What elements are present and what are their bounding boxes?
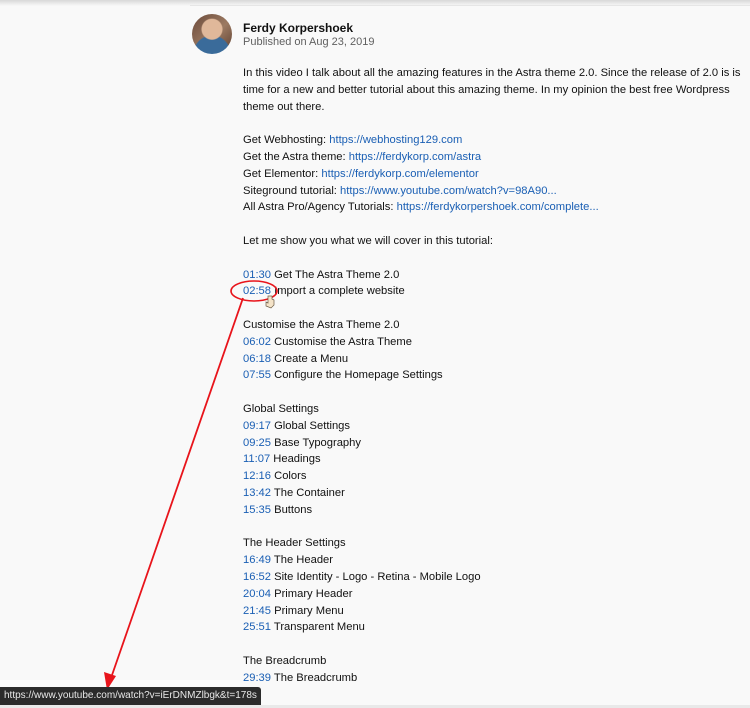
chapter-title: Headings xyxy=(270,453,321,466)
chapter-item: 09:25 Base Typography xyxy=(243,435,743,452)
chapter-title: Site Identity - Logo - Retina - Mobile L… xyxy=(271,570,481,583)
timestamp-link[interactable]: 29:39 xyxy=(243,672,271,684)
chapter-title: The Breadcrumb xyxy=(271,671,358,684)
link-label: Get Elementor: xyxy=(243,167,322,180)
link-label: Siteground tutorial: xyxy=(243,184,341,197)
link-label: Get the Astra theme: xyxy=(243,150,349,163)
chapter-item: 13:42 The Container xyxy=(243,485,743,502)
channel-avatar[interactable] xyxy=(192,14,232,54)
chapter-title: Global Settings xyxy=(271,419,350,432)
chapter-item: 06:02 Customise the Astra Theme xyxy=(243,334,743,351)
link-label: All Astra Pro/Agency Tutorials: xyxy=(243,201,397,214)
timestamp-link[interactable]: 06:02 xyxy=(243,336,271,348)
chapter-item: 11:07 Headings xyxy=(243,451,743,468)
annotation-arrow-line xyxy=(110,297,244,679)
timestamp-link[interactable]: 20:04 xyxy=(243,588,271,600)
chapter-item: 29:39 The Breadcrumb xyxy=(243,670,743,687)
chapter-title: Primary Menu xyxy=(271,604,344,617)
chapter-item: 16:49 The Header xyxy=(243,552,743,569)
link-line-astra: Get the Astra theme: https://ferdykorp.c… xyxy=(243,149,743,166)
chapter-item: 01:30 Get The Astra Theme 2.0 xyxy=(243,267,743,284)
divider xyxy=(190,5,750,6)
chapter-title: The Header xyxy=(271,554,333,567)
chapter-item: 02:58 Import a complete website xyxy=(243,283,743,300)
timestamp-link[interactable]: 09:25 xyxy=(243,437,271,449)
link-line-siteground: Siteground tutorial: https://www.youtube… xyxy=(243,183,743,200)
timestamp-link[interactable]: 21:45 xyxy=(243,605,271,617)
chapter-title: Transparent Menu xyxy=(271,621,365,634)
link-label: Get Webhosting: xyxy=(243,134,330,147)
chapter-title: Create a Menu xyxy=(271,352,349,365)
timestamp-link[interactable]: 06:18 xyxy=(243,353,271,365)
chapter-title: Colors xyxy=(271,470,307,483)
section-heading: Global Settings xyxy=(243,402,319,415)
timestamp-link[interactable]: 25:51 xyxy=(243,621,271,633)
section-heading: Customise the Astra Theme 2.0 xyxy=(243,318,400,331)
cover-text: Let me show you what we will cover in th… xyxy=(243,234,493,247)
timestamp-link[interactable]: 02:58 xyxy=(243,285,271,297)
astra-link[interactable]: https://ferdykorp.com/astra xyxy=(349,151,481,163)
section-heading: The Header Settings xyxy=(243,537,346,550)
chapter-item: 06:18 Create a Menu xyxy=(243,351,743,368)
chapter-item: 09:17 Global Settings xyxy=(243,418,743,435)
chapter-title: Configure the Homepage Settings xyxy=(271,369,443,382)
video-description: In this video I talk about all the amazi… xyxy=(243,65,743,686)
webhosting-link[interactable]: https://webhosting129.com xyxy=(329,134,462,146)
chapter-title: Buttons xyxy=(271,503,313,516)
chapter-title: Customise the Astra Theme xyxy=(271,335,412,348)
astra-pro-link[interactable]: https://ferdykorpershoek.com/complete... xyxy=(397,201,599,213)
timestamp-link[interactable]: 09:17 xyxy=(243,420,271,432)
chapter-item: 12:16 Colors xyxy=(243,468,743,485)
link-line-elementor: Get Elementor: https://ferdykorp.com/ele… xyxy=(243,166,743,183)
author-name[interactable]: Ferdy Korpershoek xyxy=(243,21,353,35)
section-heading: The Breadcrumb xyxy=(243,654,327,667)
chapter-title: Base Typography xyxy=(271,436,361,449)
siteground-link[interactable]: https://www.youtube.com/watch?v=98A90... xyxy=(340,185,557,197)
chapter-title: Primary Header xyxy=(271,587,353,600)
description-intro: In this video I talk about all the amazi… xyxy=(243,67,741,113)
chapter-title: Import a complete website xyxy=(271,285,405,298)
timestamp-link[interactable]: 01:30 xyxy=(243,269,271,281)
chapter-title: Get The Astra Theme 2.0 xyxy=(271,268,400,281)
chapter-item: 21:45 Primary Menu xyxy=(243,603,743,620)
elementor-link[interactable]: https://ferdykorp.com/elementor xyxy=(321,168,478,180)
timestamp-link[interactable]: 15:35 xyxy=(243,504,271,516)
published-date: Published on Aug 23, 2019 xyxy=(243,36,375,48)
timestamp-link[interactable]: 16:49 xyxy=(243,554,271,566)
timestamp-link[interactable]: 12:16 xyxy=(243,470,271,482)
link-preview-status-bar: https://www.youtube.com/watch?v=iErDNMZl… xyxy=(0,687,261,705)
chapter-title: The Container xyxy=(271,486,345,499)
chapter-item: 25:51 Transparent Menu xyxy=(243,619,743,636)
timestamp-link[interactable]: 07:55 xyxy=(243,369,271,381)
timestamp-link[interactable]: 13:42 xyxy=(243,487,271,499)
link-line-astra-pro: All Astra Pro/Agency Tutorials: https://… xyxy=(243,199,743,216)
link-line-webhosting: Get Webhosting: https://webhosting129.co… xyxy=(243,132,743,149)
timestamp-link[interactable]: 16:52 xyxy=(243,571,271,583)
timestamp-link[interactable]: 11:07 xyxy=(243,453,270,465)
chapter-item: 07:55 Configure the Homepage Settings xyxy=(243,367,743,384)
chapter-item: 16:52 Site Identity - Logo - Retina - Mo… xyxy=(243,569,743,586)
chapter-item: 15:35 Buttons xyxy=(243,502,743,519)
chapter-item: 20:04 Primary Header xyxy=(243,586,743,603)
